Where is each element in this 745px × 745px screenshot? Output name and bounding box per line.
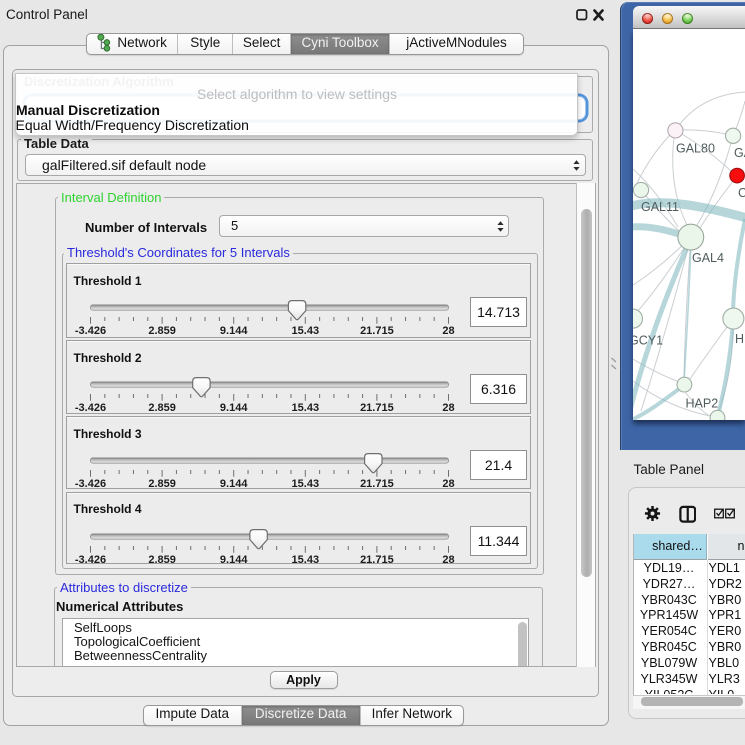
- svg-text:15.43: 15.43: [291, 554, 319, 566]
- svg-text:9.144: 9.144: [219, 325, 247, 337]
- svg-text:-3.426: -3.426: [74, 325, 105, 337]
- svg-text:15.43: 15.43: [291, 325, 319, 337]
- svg-text:21.715: 21.715: [360, 402, 394, 414]
- svg-text:2.859: 2.859: [148, 478, 176, 490]
- svg-text:15.43: 15.43: [291, 478, 319, 490]
- svg-text:GCY1: GCY1: [633, 334, 663, 348]
- svg-text:28: 28: [442, 554, 454, 566]
- svg-text:-3.426: -3.426: [74, 554, 105, 566]
- svg-text:-3.426: -3.426: [74, 402, 105, 414]
- svg-text:H: H: [735, 332, 744, 346]
- svg-text:28: 28: [442, 478, 454, 490]
- svg-text:9.144: 9.144: [219, 478, 247, 490]
- svg-text:HAP2: HAP2: [686, 397, 719, 411]
- svg-text:28: 28: [442, 402, 454, 414]
- svg-text:GAL11: GAL11: [641, 200, 679, 214]
- svg-text:9.144: 9.144: [219, 554, 247, 566]
- svg-text:21.715: 21.715: [360, 554, 394, 566]
- svg-text:15.43: 15.43: [291, 402, 319, 414]
- svg-text:2.859: 2.859: [148, 402, 176, 414]
- svg-text:GAL80: GAL80: [676, 142, 715, 156]
- svg-text:2.859: 2.859: [148, 554, 176, 566]
- svg-text:28: 28: [442, 325, 454, 337]
- svg-text:21.715: 21.715: [360, 325, 394, 337]
- svg-text:GA: GA: [734, 146, 745, 160]
- svg-text:GAL4: GAL4: [692, 251, 724, 265]
- svg-text:C: C: [738, 186, 745, 200]
- svg-text:2.859: 2.859: [148, 325, 176, 337]
- svg-text:9.144: 9.144: [219, 402, 247, 414]
- svg-text:-3.426: -3.426: [74, 478, 105, 490]
- svg-text:21.715: 21.715: [360, 478, 394, 490]
